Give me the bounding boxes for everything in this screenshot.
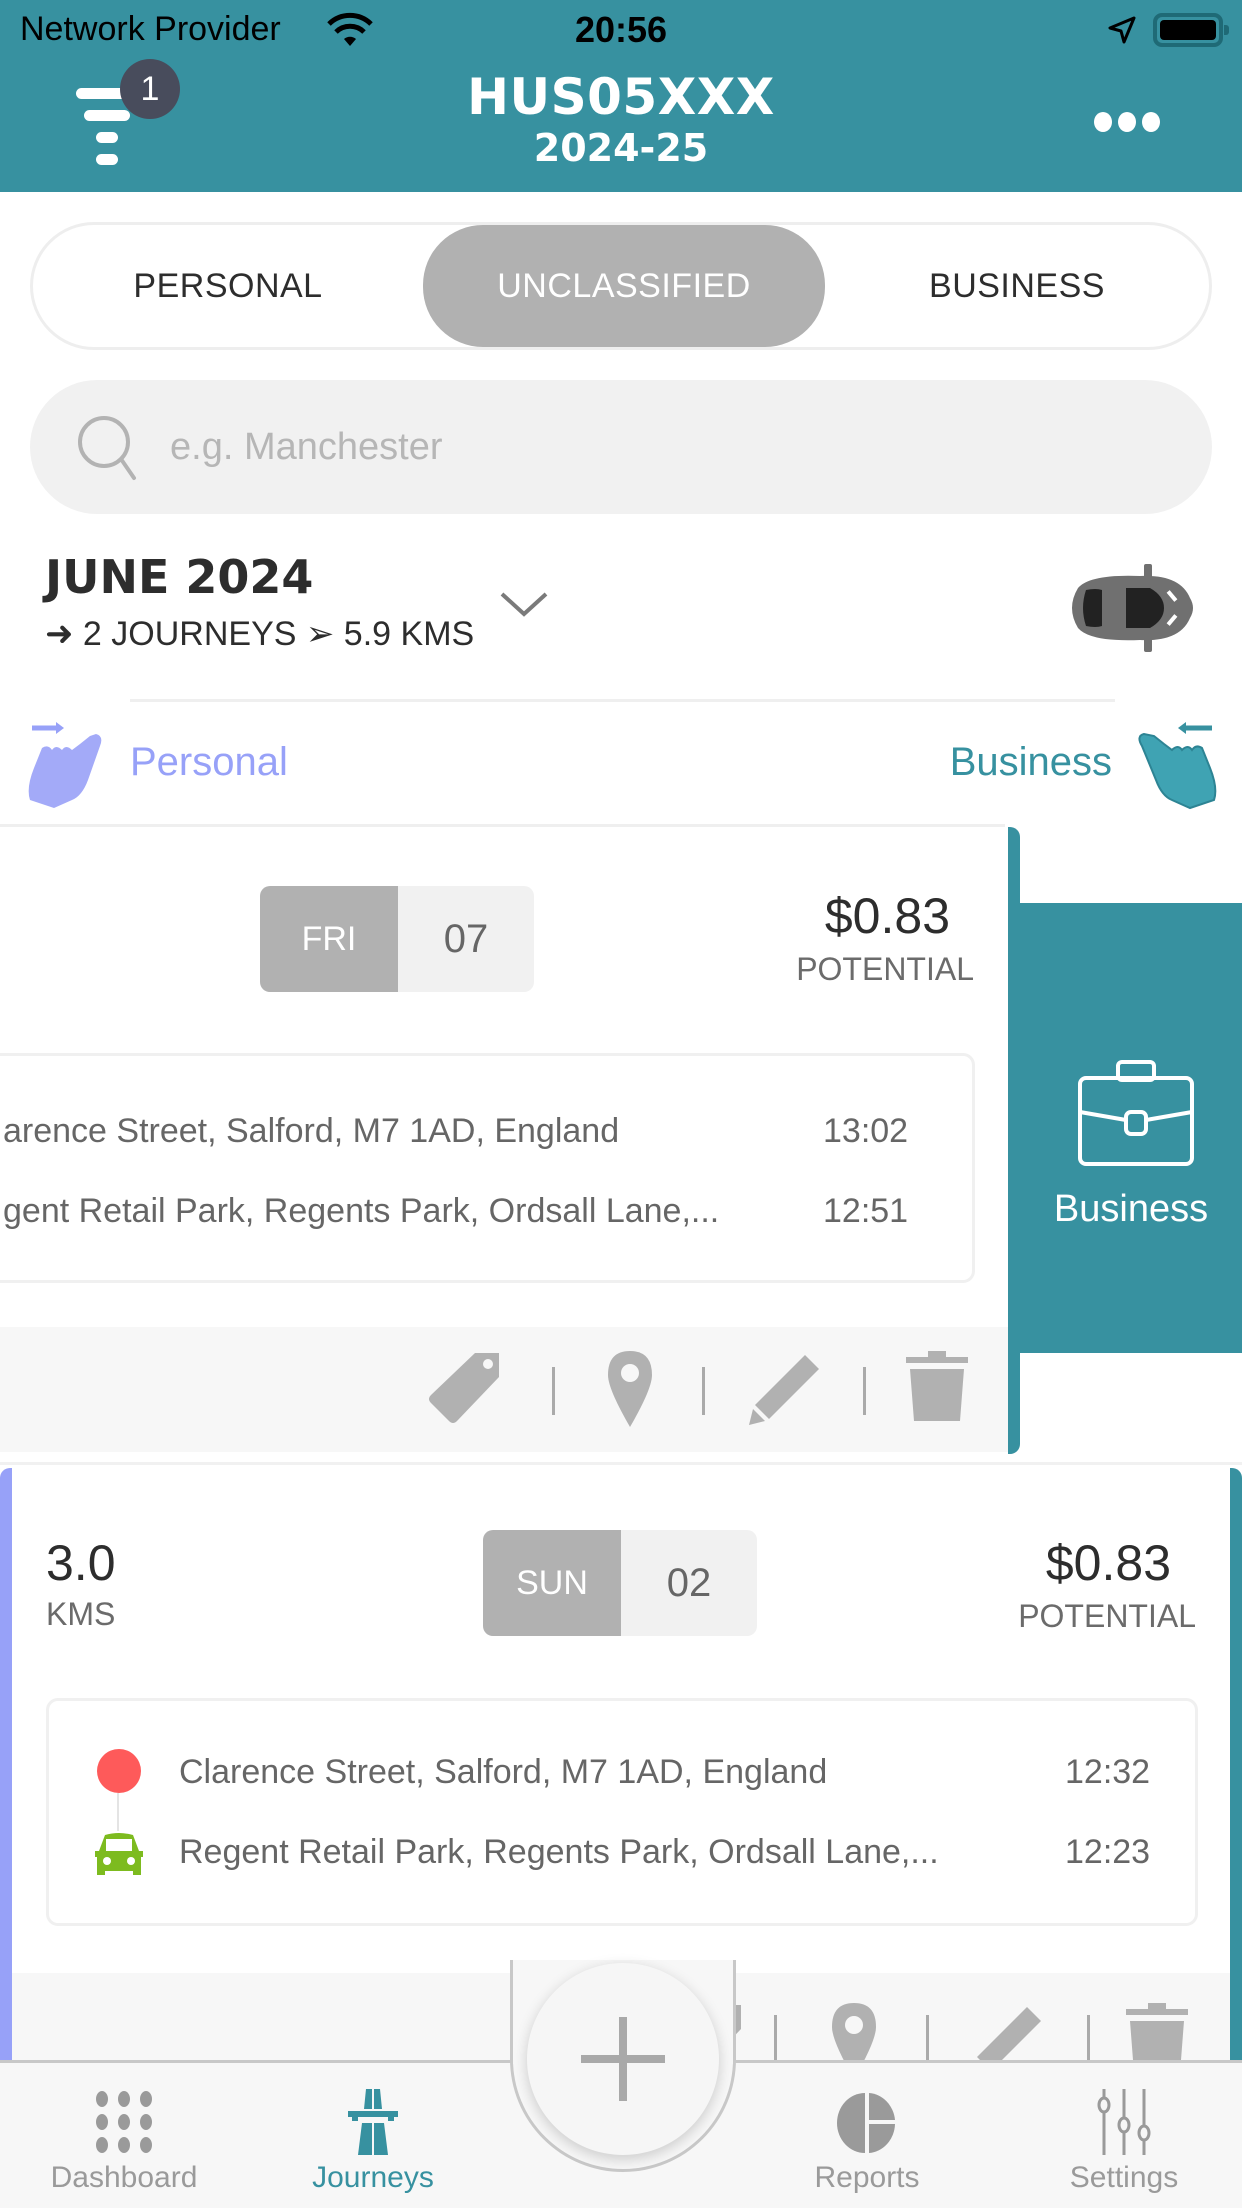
car-end-icon	[95, 1833, 143, 1875]
tab-journeys[interactable]: Journeys	[273, 2063, 473, 2208]
route-origin: Regent Retail Park, Regents Park, Ordsal…	[179, 1833, 939, 1871]
journey-day: FRI	[260, 886, 398, 992]
journey-amount: $0.83	[824, 888, 950, 944]
journey-amount-label: POTENTIAL	[1018, 1598, 1196, 1634]
route-destination: arence Street, Salford, M7 1AD, England	[3, 1112, 620, 1150]
journey-date-number: 02	[621, 1530, 757, 1636]
journey-amount-label: POTENTIAL	[796, 951, 974, 987]
add-journey-button[interactable]	[527, 1963, 719, 2155]
start-marker-icon	[97, 1749, 141, 1793]
tab-dashboard[interactable]: Dashboard	[24, 2063, 224, 2208]
tab-settings[interactable]: Settings	[1024, 2063, 1224, 2208]
more-dots-icon	[1094, 112, 1112, 132]
tab-label: Settings	[1069, 2161, 1179, 2194]
segment-business[interactable]: BUSINESS	[825, 225, 1209, 347]
swipe-hint-business: Business	[949, 740, 1112, 784]
pie-chart-icon	[837, 2093, 895, 2153]
card-business-edge	[1230, 1468, 1242, 2068]
separator	[774, 2015, 777, 2063]
tax-year: 2024-25	[533, 126, 709, 170]
status-bar: Network Provider 20:56	[0, 0, 1242, 60]
journey-distance: 3.0	[46, 1535, 116, 1591]
route-destination-time: 13:02	[823, 1112, 909, 1150]
tab-reports[interactable]: Reports	[767, 2063, 967, 2208]
separator	[926, 2015, 929, 2063]
route-box[interactable]: Clarence Street, Salford, M7 1AD, Englan…	[46, 1698, 1198, 1926]
journey-distance-unit: KMS	[46, 1596, 116, 1632]
search-input[interactable]	[170, 410, 1150, 484]
app-header: Network Provider 20:56 1 HUS05XXX 2024-2…	[0, 0, 1242, 192]
clock: 20:56	[574, 9, 668, 50]
journey-date: FRI 07	[260, 886, 534, 992]
tab-label: Dashboard	[50, 2161, 198, 2194]
route-destination-time: 12:32	[1065, 1753, 1151, 1791]
more-options-button[interactable]	[1092, 112, 1162, 136]
trash-icon[interactable]	[900, 1349, 980, 1429]
vehicle-car-icon[interactable]	[1060, 562, 1196, 654]
route-destination: Clarence Street, Salford, M7 1AD, Englan…	[179, 1753, 828, 1791]
journey-day: SUN	[483, 1530, 621, 1636]
route-origin-time: 12:23	[1065, 1833, 1151, 1871]
card-personal-edge	[0, 1468, 12, 2068]
separator	[552, 1367, 555, 1415]
divider	[0, 1462, 1242, 1465]
swipe-right-hand-icon	[28, 722, 102, 808]
route-box[interactable]: arence Street, Salford, M7 1AD, England …	[0, 1053, 975, 1283]
battery-tip	[1224, 25, 1229, 35]
classification-segmented-control: PERSONAL UNCLASSIFIED BUSINESS	[30, 222, 1212, 350]
briefcase-icon	[1078, 1060, 1194, 1166]
tag-icon[interactable]	[425, 1349, 505, 1429]
journey-date: SUN 02	[483, 1530, 757, 1636]
dashboard-grid-icon	[96, 2091, 152, 2153]
separator	[1087, 2015, 1090, 2063]
location-arrow-icon	[1108, 16, 1136, 44]
separator	[702, 1367, 705, 1415]
route-origin: gent Retail Park, Regents Park, Ordsall …	[3, 1192, 720, 1230]
journey-card[interactable]: FRI 07 $0.83 POTENTIAL arence Street, Sa…	[0, 827, 1020, 1454]
mark-business-action[interactable]: Business	[1020, 903, 1242, 1353]
search-bar	[30, 380, 1212, 514]
search-icon	[78, 416, 136, 480]
sliders-icon	[1097, 2089, 1151, 2155]
map-pin-icon[interactable]	[590, 1349, 670, 1429]
card-business-edge	[1008, 827, 1020, 1454]
route-origin-time: 12:51	[823, 1192, 909, 1230]
month-title: JUNE 2024	[45, 550, 314, 604]
tab-label: Reports	[814, 2161, 920, 2194]
tab-label: Journeys	[312, 2161, 434, 2194]
swipe-hint-personal: Personal	[130, 740, 288, 784]
journey-date-number: 07	[398, 886, 534, 992]
segment-personal[interactable]: PERSONAL	[33, 225, 423, 347]
separator	[863, 1367, 866, 1415]
route-connector	[117, 1793, 119, 1831]
segment-unclassified[interactable]: UNCLASSIFIED	[423, 225, 825, 347]
journey-amount: $0.83	[1045, 1535, 1171, 1591]
month-summary: ➜ 2 JOURNEYS ➢ 5.9 KMS	[45, 615, 475, 653]
battery-full-icon	[1153, 13, 1223, 47]
pencil-icon[interactable]	[745, 1349, 825, 1429]
road-icon	[348, 2089, 398, 2155]
mark-business-label: Business	[1053, 1188, 1209, 1230]
divider	[130, 699, 1115, 702]
chevron-down-icon[interactable]	[498, 588, 550, 620]
swipe-left-hand-icon	[1138, 722, 1217, 810]
vehicle-title[interactable]: HUS05XXX	[0, 68, 1242, 126]
journey-actions	[0, 1327, 1008, 1452]
